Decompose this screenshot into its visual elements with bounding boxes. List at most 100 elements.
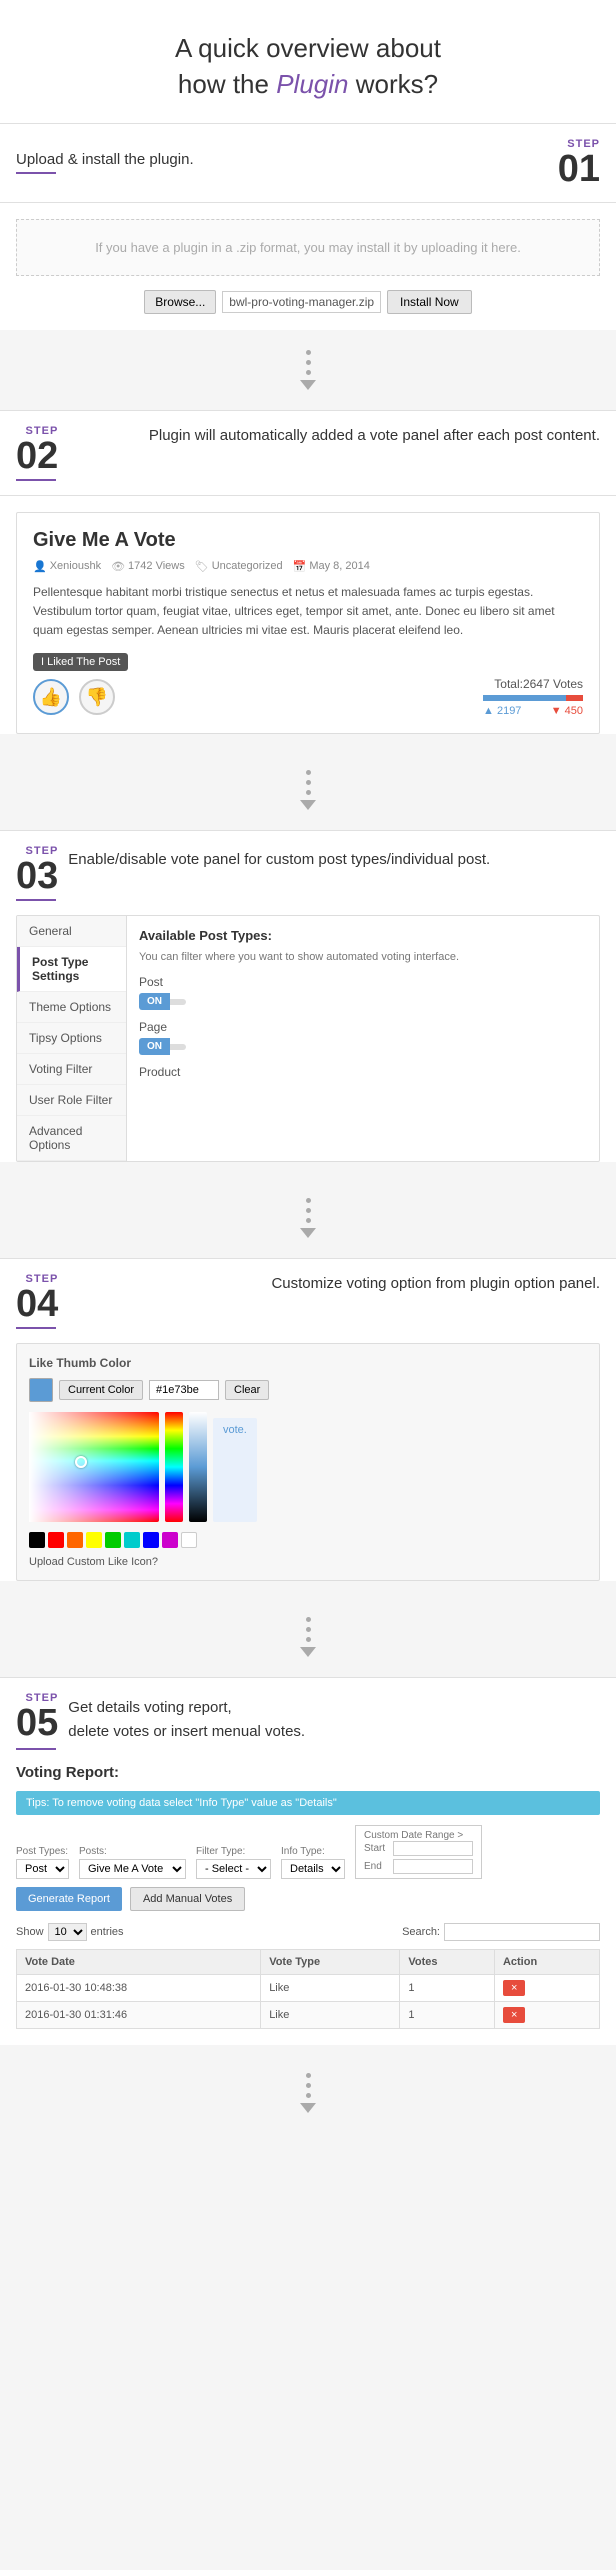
add-manual-votes-button[interactable]: Add Manual Votes: [130, 1887, 245, 1911]
sidebar-item-user-role-filter[interactable]: User Role Filter: [17, 1085, 126, 1116]
page-toggle-on[interactable]: ON: [139, 1038, 170, 1055]
start-label: Start: [364, 1843, 389, 1854]
delete-row1-button[interactable]: ×: [503, 1980, 525, 1996]
col-vote-type: Vote Type: [261, 1950, 400, 1975]
swatch-blue[interactable]: [143, 1532, 159, 1548]
meta-date: 📅May 8, 2014: [293, 560, 370, 573]
posts-select[interactable]: Give Me A Vote: [79, 1859, 186, 1879]
author-icon: 👤: [33, 560, 47, 573]
color-spectrum[interactable]: [165, 1412, 183, 1522]
date-range-box: Custom Date Range > Start End: [355, 1825, 482, 1879]
post-toggle-label: Post: [139, 975, 587, 989]
col-vote-date: Vote Date: [17, 1950, 261, 1975]
step-04-section: STEP 04 Customize voting option from plu…: [0, 1258, 616, 1581]
page-toggle-switch[interactable]: ON: [139, 1038, 587, 1055]
meta-views: 👁1742 Views: [111, 560, 185, 573]
sidebar-item-general[interactable]: General: [17, 916, 126, 947]
table-row: 2016-01-30 01:31:46 Like 1 ×: [17, 2002, 600, 2029]
swatch-orange[interactable]: [67, 1532, 83, 1548]
filter-type-select[interactable]: - Select -: [196, 1859, 271, 1879]
page-toggle-label: Page: [139, 1020, 587, 1034]
thumb-up-button[interactable]: 👍: [33, 679, 69, 715]
sidebar-item-theme-options[interactable]: Theme Options: [17, 992, 126, 1023]
vote-panel-demo: Give Me A Vote 👤Xenioushk 👁1742 Views 🏷U…: [16, 512, 600, 735]
swatch-cyan[interactable]: [124, 1532, 140, 1548]
step-01-bar: Upload & install the plugin. STEP 01: [0, 124, 616, 203]
step-01-content: If you have a plugin in a .zip format, y…: [0, 203, 616, 330]
info-type-select[interactable]: Details: [281, 1859, 345, 1879]
sidebar-item-advanced-options[interactable]: Advanced Options: [17, 1116, 126, 1161]
start-date-input[interactable]: [393, 1841, 473, 1856]
post-types-select[interactable]: Post: [16, 1859, 69, 1879]
show-label: Show: [16, 1926, 44, 1938]
category-icon: 🏷: [195, 560, 209, 573]
color-circle: [75, 1456, 87, 1468]
hex-input[interactable]: [149, 1380, 219, 1400]
total-votes: Total:2647 Votes: [483, 677, 583, 691]
row2-date: 2016-01-30 01:31:46: [17, 2002, 261, 2029]
show-count-select[interactable]: 10: [48, 1923, 87, 1941]
vote-meta: 👤Xenioushk 👁1742 Views 🏷Uncategorized 📅M…: [33, 560, 583, 573]
step-01-badge: STEP 01: [558, 138, 600, 188]
swatch-green[interactable]: [105, 1532, 121, 1548]
sidebar-item-voting-filter[interactable]: Voting Filter: [17, 1054, 126, 1085]
step-03-badge: STEP 03: [16, 845, 58, 895]
step-02-number: 02: [16, 437, 58, 475]
filename-display: bwl-pro-voting-manager.zip: [222, 291, 381, 313]
like-tooltip: I Liked The Post: [33, 653, 128, 671]
step-01-title: Upload & install the plugin.: [16, 151, 194, 168]
current-color-button[interactable]: Current Color: [59, 1380, 143, 1400]
swatch-purple[interactable]: [162, 1532, 178, 1548]
post-excerpt: Pellentesque habitant morbi tristique se…: [33, 583, 583, 641]
arrow-divider-2: [0, 750, 616, 830]
step-04-number: 04: [16, 1285, 58, 1323]
browse-button[interactable]: Browse...: [144, 290, 216, 314]
show-entries: Show 10 entries: [16, 1923, 124, 1941]
thumb-down-button[interactable]: 👎: [79, 679, 115, 715]
report-table: Vote Date Vote Type Votes Action 2016-01…: [16, 1949, 600, 2029]
end-label: End: [364, 1861, 389, 1872]
generate-report-button[interactable]: Generate Report: [16, 1887, 122, 1911]
vote-text-preview: vote.: [213, 1418, 257, 1522]
post-toggle-switch[interactable]: ON: [139, 993, 587, 1010]
upload-hint: If you have a plugin in a .zip format, y…: [37, 240, 579, 255]
sidebar-item-post-type-settings[interactable]: Post Type Settings: [17, 947, 126, 992]
step-02-accent: [16, 479, 56, 481]
step-02-section: STEP 02 Plugin will automatically added …: [0, 410, 616, 735]
vote-bar: [483, 695, 583, 701]
color-gradient[interactable]: [29, 1412, 159, 1522]
swatch-red[interactable]: [48, 1532, 64, 1548]
posts-label: Posts:: [79, 1846, 186, 1857]
color-swatch[interactable]: [29, 1378, 53, 1402]
file-input-row: Browse... bwl-pro-voting-manager.zip Ins…: [16, 290, 600, 314]
search-input[interactable]: [444, 1923, 600, 1941]
sidebar-item-tipsy-options[interactable]: Tipsy Options: [17, 1023, 126, 1054]
clear-button[interactable]: Clear: [225, 1380, 269, 1400]
end-date-input[interactable]: [393, 1859, 473, 1874]
swatch-black[interactable]: [29, 1532, 45, 1548]
page-toggle-row: Page ON: [139, 1020, 587, 1055]
delete-row2-button[interactable]: ×: [503, 2007, 525, 2023]
step-05-desc: Get details voting report, delete votes …: [68, 1696, 305, 1744]
step-05-badge: STEP 05: [16, 1692, 58, 1742]
plugin-link[interactable]: Plugin: [276, 69, 348, 99]
color-brightness[interactable]: [189, 1412, 207, 1522]
end-date-row: End: [364, 1859, 473, 1874]
step-02-badge: STEP 02: [16, 425, 58, 481]
vote-totals: Total:2647 Votes ▲ 2197 ▼ 450: [483, 677, 583, 717]
step-03-accent: [16, 899, 56, 901]
step-03-section: STEP 03 Enable/disable vote panel for cu…: [0, 830, 616, 1162]
install-now-button[interactable]: Install Now: [387, 290, 472, 314]
product-label: Product: [139, 1065, 587, 1079]
upload-icon-label: Upload Custom Like Icon?: [29, 1556, 587, 1568]
post-toggle-row: Post ON: [139, 975, 587, 1010]
filter-type-label: Filter Type:: [196, 1846, 271, 1857]
row2-action: ×: [494, 2002, 599, 2029]
arrow-divider-3: [0, 1178, 616, 1258]
swatch-yellow[interactable]: [86, 1532, 102, 1548]
post-toggle-on[interactable]: ON: [139, 993, 170, 1010]
row1-type: Like: [261, 1975, 400, 2002]
swatch-white[interactable]: [181, 1532, 197, 1548]
table-header-row: Vote Date Vote Type Votes Action: [17, 1950, 600, 1975]
step-04-bar: STEP 04 Customize voting option from plu…: [0, 1259, 616, 1343]
